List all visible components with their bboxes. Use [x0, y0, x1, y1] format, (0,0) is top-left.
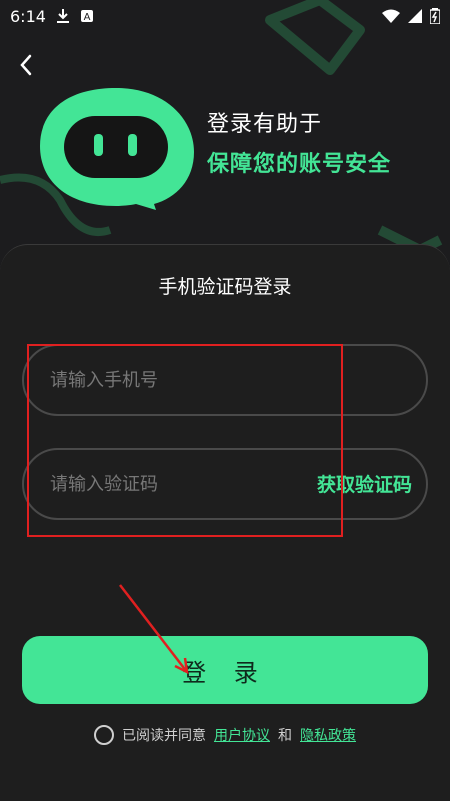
battery-icon: [430, 8, 440, 24]
card-title: 手机验证码登录: [158, 276, 292, 298]
agreement-row: 已阅读并同意 用户协议和隐私政策: [0, 725, 450, 745]
annotation-arrow: [119, 584, 189, 675]
a-icon: A: [80, 10, 93, 23]
user-agreement-link[interactable]: 用户协议: [214, 725, 270, 745]
privacy-policy-link[interactable]: 隐私政策: [300, 725, 356, 745]
wifi-icon: [382, 9, 400, 23]
back-icon[interactable]: [12, 50, 42, 80]
agreement-and: 和: [278, 728, 292, 744]
hero-line2: 保障您的账号安全: [207, 152, 392, 177]
hero-text: 登录有助于 保障您的账号安全: [207, 106, 391, 178]
agreement-prefix: 已阅读并同意: [122, 728, 206, 744]
signal-icon: [408, 9, 422, 23]
agree-radio[interactable]: [94, 725, 114, 745]
annotation-highlight-box: [27, 344, 343, 537]
status-time: 6:14: [10, 6, 46, 26]
download-icon: [56, 9, 69, 23]
svg-text:A: A: [84, 12, 91, 23]
hero-line1: 登录有助于: [207, 112, 323, 137]
login-button[interactable]: 登 录: [22, 636, 428, 704]
status-bar: 6:14 A: [0, 0, 450, 32]
robot-mascot-icon: [40, 88, 194, 210]
